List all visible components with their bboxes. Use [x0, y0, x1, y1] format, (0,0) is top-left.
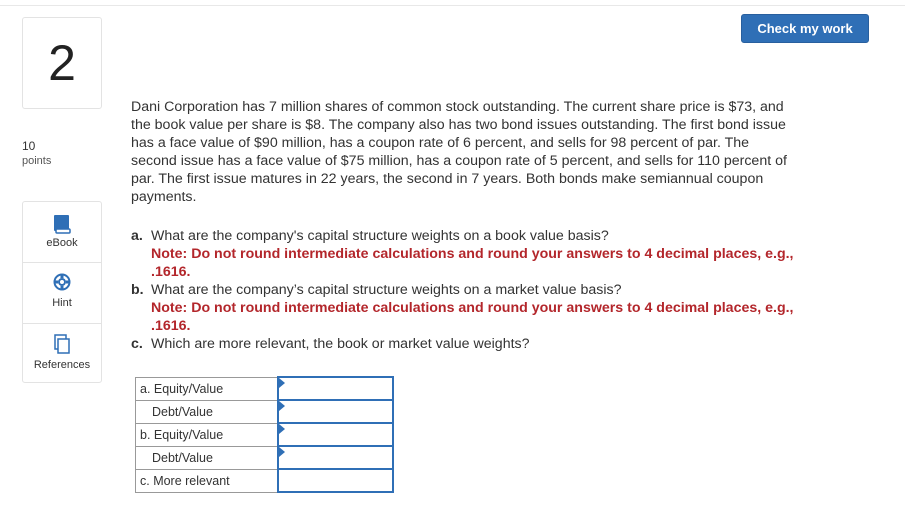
- table-row: Debt/Value: [135, 445, 394, 470]
- part-a: a. What are the company's capital struct…: [131, 227, 871, 245]
- answer-marker-icon: [278, 424, 285, 434]
- book-icon: [54, 215, 71, 234]
- references-button[interactable]: References: [23, 324, 101, 384]
- rounding-note-example: .1616.: [151, 318, 191, 334]
- hint-label: Hint: [52, 297, 72, 309]
- row-label: c. More relevant: [135, 468, 278, 493]
- table-row: c. More relevant: [135, 468, 394, 493]
- references-label: References: [33, 359, 91, 371]
- lifebuoy-icon: [53, 273, 71, 291]
- question-parts: a. What are the company's capital struct…: [131, 227, 871, 353]
- documents-icon: [54, 334, 70, 354]
- stem-line: Dani Corporation has 7 million shares of…: [131, 99, 784, 115]
- answer-cell[interactable]: [276, 445, 394, 470]
- answer-cell[interactable]: [276, 468, 394, 493]
- answer-marker-icon: [278, 447, 285, 457]
- question-number-box: 2: [22, 17, 102, 109]
- part-b: b. What are the company’s capital struct…: [131, 281, 871, 299]
- hint-button[interactable]: Hint: [23, 263, 101, 323]
- stem-line: par. The first issue matures in 22 years…: [131, 171, 764, 187]
- points-value: 10: [22, 139, 36, 153]
- book-debt-value-input[interactable]: [278, 402, 392, 421]
- tools-panel: eBook Hint References: [22, 201, 102, 383]
- stem-line: has a face value of $90 million, has a c…: [131, 135, 750, 151]
- stem-line: the book value per share is $8. The comp…: [131, 117, 786, 133]
- part-text: What are the company’s capital structure…: [151, 282, 622, 298]
- rounding-note-example: .1616.: [151, 264, 191, 280]
- stem-line: payments.: [131, 189, 197, 205]
- more-relevant-input[interactable]: [278, 471, 392, 490]
- part-c: c. Which are more relevant, the book or …: [131, 335, 871, 353]
- answer-marker-icon: [278, 378, 285, 388]
- part-letter: c.: [131, 336, 143, 352]
- row-label: Debt/Value: [135, 399, 278, 424]
- market-debt-value-input[interactable]: [278, 448, 392, 467]
- top-divider: [0, 5, 905, 6]
- part-letter: a.: [131, 228, 143, 244]
- part-text: What are the company's capital structure…: [151, 228, 609, 244]
- table-row: b. Equity/Value: [135, 422, 394, 447]
- market-equity-value-input[interactable]: [278, 425, 392, 444]
- question-stem: Dani Corporation has 7 million shares of…: [131, 98, 871, 206]
- stem-line: second issue has a face value of $75 mil…: [131, 153, 787, 169]
- answer-table: a. Equity/Value Debt/Value b. Equity/Val…: [135, 376, 394, 493]
- part-text: Which are more relevant, the book or mar…: [151, 336, 530, 352]
- row-label: Debt/Value: [135, 445, 278, 470]
- table-row: Debt/Value: [135, 399, 394, 424]
- part-letter: b.: [131, 282, 144, 298]
- table-row: a. Equity/Value: [135, 376, 394, 401]
- check-my-work-button[interactable]: Check my work: [741, 14, 869, 43]
- question-number: 2: [48, 35, 76, 91]
- answer-cell[interactable]: [276, 422, 394, 447]
- book-equity-value-input[interactable]: [278, 379, 392, 398]
- points-label: points: [22, 155, 52, 167]
- answer-cell[interactable]: [276, 376, 394, 401]
- ebook-label: eBook: [46, 237, 78, 249]
- rounding-note: Note: Do not round intermediate calculat…: [151, 246, 794, 262]
- ebook-button[interactable]: eBook: [23, 202, 101, 262]
- row-label: a. Equity/Value: [135, 376, 278, 401]
- rounding-note: Note: Do not round intermediate calculat…: [151, 300, 794, 316]
- answer-cell[interactable]: [276, 399, 394, 424]
- row-label: b. Equity/Value: [135, 422, 278, 447]
- answer-marker-icon: [278, 401, 285, 411]
